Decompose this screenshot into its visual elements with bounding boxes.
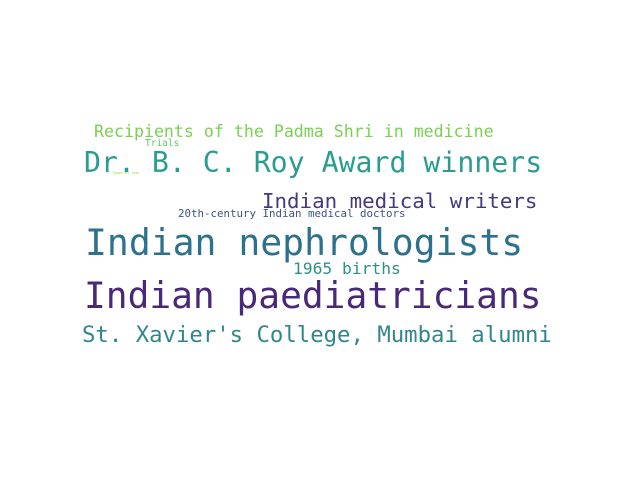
word-bc-roy-award: Dr. B. C. Roy Award winners	[84, 146, 543, 179]
word-20th-century-doctors: 20th-century Indian medical doctors	[178, 207, 406, 220]
word-indian-nephrologists: Indian nephrologists	[85, 221, 524, 264]
word-cloud: Recipients of the Padma Shri in medicine…	[0, 0, 640, 480]
word-st-xaviers-alumni: St. Xavier's College, Mumbai alumni	[82, 322, 552, 348]
word-indian-paediatricians: Indian paediatricians	[84, 274, 542, 317]
